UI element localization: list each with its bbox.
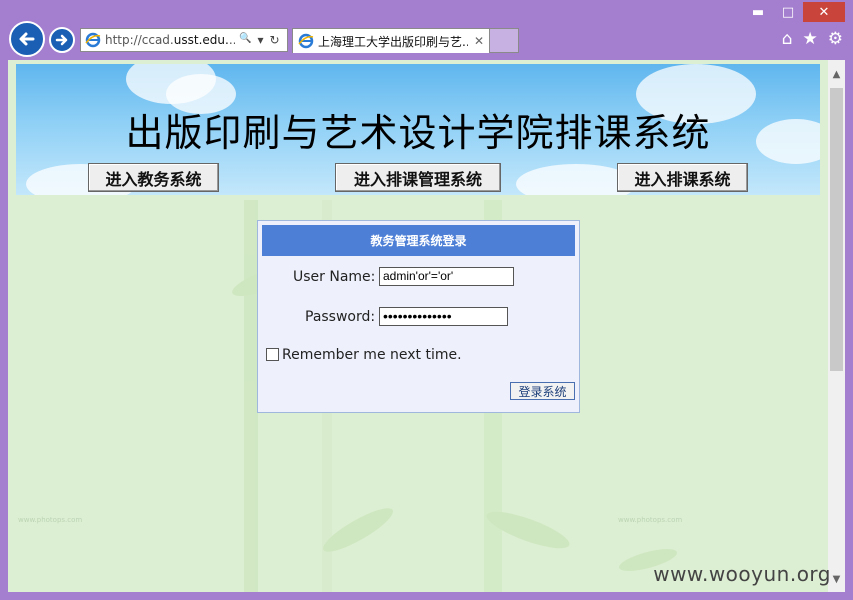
photops-mark: www.photops.com <box>618 516 683 524</box>
browser-toolbar-icons: ⌂ ★ ⚙ <box>782 29 843 49</box>
chevron-down-icon[interactable]: ▾ <box>257 33 263 47</box>
address-bar[interactable]: http://ccad.usst.edu.... 🔍 ▾ ↻ <box>80 28 288 52</box>
window-controls: ▬ □ ✕ <box>743 2 845 22</box>
tab-close-icon[interactable]: ✕ <box>474 34 484 48</box>
password-label: Password: <box>305 309 376 325</box>
ie-logo-icon <box>85 32 101 48</box>
page-title: 出版印刷与艺术设计学院排课系统 <box>125 111 711 155</box>
login-panel: 教务管理系统登录 User Name: admin'or'='or' Passw… <box>257 220 580 413</box>
page-viewport: www.photops.com www.photops.com 出版印刷与艺术设… <box>8 60 845 592</box>
remember-me-checkbox[interactable] <box>266 348 279 361</box>
home-icon[interactable]: ⌂ <box>782 29 793 49</box>
close-button[interactable]: ✕ <box>803 2 845 22</box>
login-header: 教务管理系统登录 <box>262 225 575 256</box>
url-text[interactable]: http://ccad.usst.edu.... <box>105 33 235 47</box>
remember-me-label: Remember me next time. <box>282 347 462 363</box>
back-button[interactable] <box>9 21 45 57</box>
new-tab-button[interactable] <box>490 28 519 53</box>
login-submit-button[interactable]: 登录系统 <box>510 382 575 400</box>
header-banner: 出版印刷与艺术设计学院排课系统 进入教务系统 进入排课管理系统 进入排课系统 <box>16 64 820 195</box>
minimize-button[interactable]: ▬ <box>743 2 773 22</box>
enter-academic-system-button[interactable]: 进入教务系统 <box>88 163 219 192</box>
enter-schedule-system-button[interactable]: 进入排课系统 <box>617 163 748 192</box>
username-label: User Name: <box>293 269 376 285</box>
address-tools: 🔍 ▾ ↻ <box>239 33 280 47</box>
ie-logo-icon <box>298 33 314 49</box>
scroll-thumb[interactable] <box>830 88 843 371</box>
gear-icon[interactable]: ⚙ <box>828 29 843 49</box>
username-input[interactable]: admin'or'='or' <box>379 267 514 286</box>
enter-schedule-management-button[interactable]: 进入排课管理系统 <box>335 163 501 192</box>
browser-tab[interactable]: 上海理工大学出版印刷与艺... ✕ <box>292 28 490 53</box>
vertical-scrollbar[interactable]: ▲ ▼ <box>828 60 845 592</box>
maximize-button[interactable]: □ <box>773 2 803 22</box>
watermark: www.wooyun.org <box>653 562 831 586</box>
password-input[interactable]: •••••••••••••• <box>379 307 508 326</box>
browser-chrome: ▬ □ ✕ http://ccad.usst.edu.... 🔍 ▾ ↻ <box>0 0 853 60</box>
star-icon[interactable]: ★ <box>803 29 818 49</box>
forward-button[interactable] <box>49 27 75 53</box>
scroll-up-icon[interactable]: ▲ <box>828 66 845 83</box>
photops-mark: www.photops.com <box>18 516 83 524</box>
search-icon[interactable]: 🔍 <box>239 33 251 47</box>
arrow-right-icon <box>55 34 68 46</box>
tab-title: 上海理工大学出版印刷与艺... <box>318 34 468 49</box>
arrow-left-icon <box>19 32 35 46</box>
refresh-icon[interactable]: ↻ <box>269 33 279 47</box>
